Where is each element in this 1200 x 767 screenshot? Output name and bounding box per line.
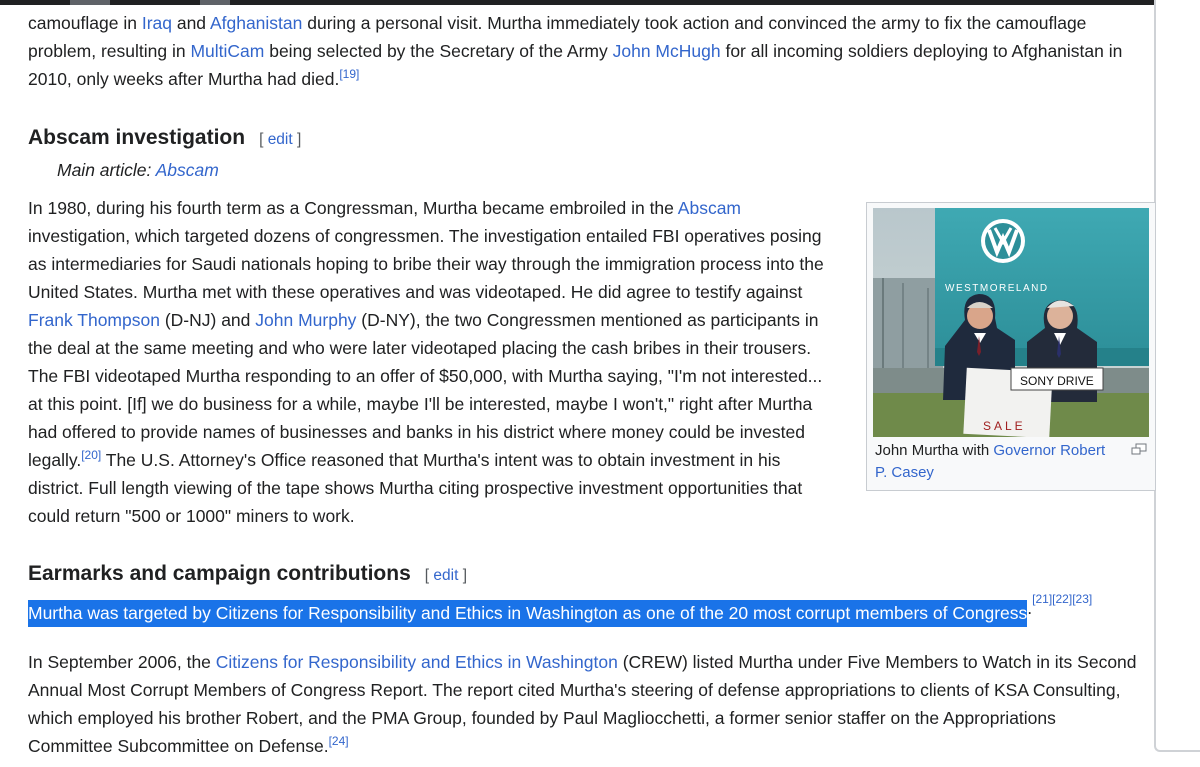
text-line: Committee Subcommittee on Defense.[24] [28, 732, 1137, 760]
text-line: camouflage in Iraq and Afghanistan durin… [28, 9, 1122, 37]
citizens-for-responsibility-and-ethics-in-washington-link[interactable]: Citizens for Responsibility and Ethics i… [216, 652, 618, 672]
edit-section-link[interactable]: [ edit ] [259, 131, 301, 148]
text-run: In September 2006, the [28, 652, 216, 672]
edit-section-link[interactable]: [ edit ] [425, 567, 467, 584]
text-run: The U.S. Attorney's Office reasoned that… [101, 450, 781, 470]
text-line: had offered to provide names of business… [28, 418, 824, 446]
text-line: legally.[20] The U.S. Attorney's Office … [28, 446, 824, 474]
abscam-article-link[interactable]: Abscam [156, 160, 219, 180]
text-run: at this point. [If] we do business for a… [28, 394, 813, 414]
text-run: as intermediaries for Saudi nationals ho… [28, 254, 824, 274]
scrollbar[interactable] [1154, 0, 1200, 767]
text-run: Annual Most Corrupt Members of Congress … [28, 680, 1121, 700]
afghanistan-link[interactable]: Afghanistan [210, 13, 302, 33]
text-run: In 1980, during his fourth term as a Con… [28, 198, 678, 218]
text-run: district. Full length viewing of the tap… [28, 478, 803, 498]
text-line: which employed his brother Robert, and t… [28, 704, 1137, 732]
text-line: investigation, which targeted dozens of … [28, 222, 824, 250]
scrollbar-thumb[interactable] [1154, 0, 1200, 752]
john-mchugh-link[interactable]: John McHugh [613, 41, 721, 61]
selected-text[interactable]: Murtha was targeted by Citizens for Resp… [28, 600, 1027, 627]
text-run: for all incoming soldiers deploying to A… [720, 41, 1123, 61]
text-run: (D-NY), the two Congressmen mentioned as… [356, 310, 819, 330]
text-run: United States. Murtha met with these ope… [28, 282, 803, 302]
text-run: during a personal visit. Murtha immediat… [302, 13, 1087, 33]
paragraph-crew-2006: In September 2006, the Citizens for Resp… [28, 648, 1137, 760]
text-run: camouflage in [28, 13, 142, 33]
ref-19-link[interactable]: [19] [339, 67, 359, 81]
text-run: could return "500 or 1000" miners to wor… [28, 506, 355, 526]
multicam-link[interactable]: MultiCam [190, 41, 264, 61]
text-line: the deal at the same meeting and who wer… [28, 334, 824, 362]
ref-24-link[interactable]: [24] [329, 734, 349, 748]
text-run: (CREW) listed Murtha under Five Members … [617, 652, 1137, 672]
text-run: had offered to provide names of business… [28, 422, 805, 442]
text-run: The FBI videotaped Murtha responding to … [28, 366, 823, 386]
text-line: 2010, only weeks after Murtha had died.[… [28, 65, 1122, 93]
ref-22[interactable]: [22] [1052, 592, 1072, 606]
section-heading-earmarks: Earmarks and campaign contributions [ edi… [28, 562, 467, 586]
text-run: legally. [28, 450, 82, 470]
text-line: Annual Most Corrupt Members of Congress … [28, 676, 1137, 704]
references-group: .[21][22][23] [1027, 593, 1092, 619]
text-run: the deal at the same meeting and who wer… [28, 338, 812, 358]
enlarge-icon[interactable] [1131, 442, 1147, 460]
paragraph-multicam: camouflage in Iraq and Afghanistan durin… [28, 9, 1122, 93]
governor-casey-link[interactable]: Governor Robert [993, 442, 1105, 459]
text-run: (D-NJ) and [159, 310, 256, 330]
ref-20-link[interactable]: [20] [81, 448, 101, 462]
text-run: 2010, only weeks after Murtha had died. [28, 69, 340, 89]
text-line: United States. Murtha met with these ope… [28, 278, 824, 306]
edit-link[interactable]: edit [268, 131, 293, 148]
text-run: investigation, which targeted dozens of … [28, 226, 822, 246]
governor-casey-link-cont[interactable]: P. Casey [875, 464, 934, 481]
top-edge-segment [200, 0, 230, 5]
figure-caption: John Murtha with Governor Robert P. Casey [875, 442, 1106, 481]
text-line: Frank Thompson (D-NJ) and John Murphy (D… [28, 306, 824, 334]
text-run: and [171, 13, 210, 33]
section-title: Abscam investigation [28, 126, 246, 149]
hatnote-main-article: Main article: Abscam [57, 160, 219, 180]
reference: [19] [339, 67, 359, 81]
sony-drive-sign-text: SONY DRIVE [1020, 374, 1094, 388]
text-line: at this point. [If] we do business for a… [28, 390, 824, 418]
thumbnail-figure: WESTMORELAND SONY DRIVE SALE John Murtha… [866, 202, 1156, 491]
section-heading-abscam: Abscam investigation [ edit ] [28, 126, 301, 150]
text-run: problem, resulting in [28, 41, 191, 61]
paragraph-abscam: In 1980, during his fourth term as a Con… [28, 194, 824, 530]
text-line: as intermediaries for Saudi nationals ho… [28, 250, 824, 278]
text-line: could return "500 or 1000" miners to wor… [28, 502, 824, 530]
text-line: district. Full length viewing of the tap… [28, 474, 824, 502]
abscam-link[interactable]: Abscam [678, 198, 741, 218]
ref-23[interactable]: [23] [1072, 592, 1092, 606]
murtha-casey-photo[interactable]: WESTMORELAND SONY DRIVE SALE [873, 208, 1149, 437]
text-run: Committee Subcommittee on Defense. [28, 736, 329, 756]
reference: [24] [329, 734, 349, 748]
text-run: being selected by the Secretary of the A… [264, 41, 613, 61]
sale-sign-text: SALE [983, 419, 1026, 433]
text-line: The FBI videotaped Murtha responding to … [28, 362, 824, 390]
section-title: Earmarks and campaign contributions [28, 562, 411, 585]
edit-link[interactable]: edit [433, 567, 458, 584]
text-line: problem, resulting in MultiCam being sel… [28, 37, 1122, 65]
top-edge-bar [0, 0, 1200, 5]
building-sign-text: WESTMORELAND [945, 283, 1049, 294]
reference: [20] [81, 448, 101, 462]
iraq-link[interactable]: Iraq [142, 13, 172, 33]
john-murphy-link[interactable]: John Murphy [255, 310, 356, 330]
text-line: In 1980, during his fourth term as a Con… [28, 194, 824, 222]
text-run: which employed his brother Robert, and t… [28, 708, 1056, 728]
frank-thompson-link[interactable]: Frank Thompson [28, 310, 160, 330]
top-edge-segment [70, 0, 110, 5]
ref-21[interactable]: [21] [1032, 592, 1052, 606]
text-line: In September 2006, the Citizens for Resp… [28, 648, 1137, 676]
